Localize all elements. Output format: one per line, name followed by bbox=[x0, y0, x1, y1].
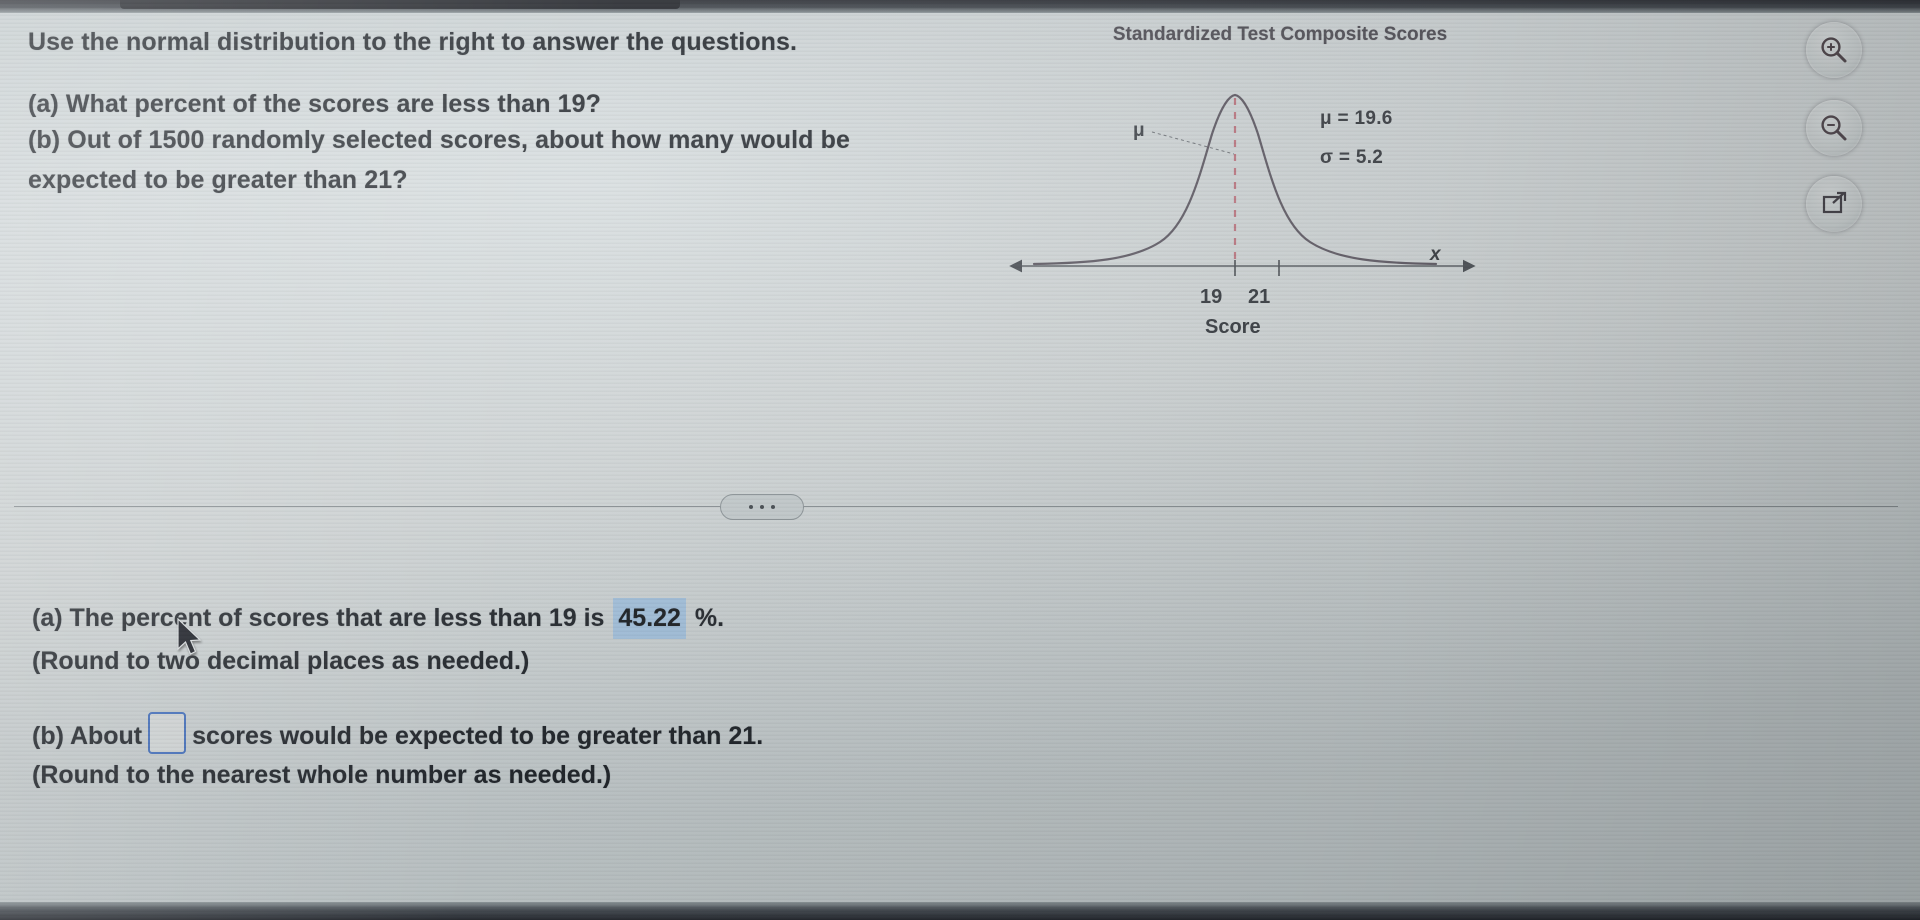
dot-1 bbox=[749, 505, 753, 509]
answer-part-b-input[interactable] bbox=[148, 712, 187, 754]
x-tick-label-21: 21 bbox=[1248, 286, 1271, 308]
x-axis-variable-label: x bbox=[1430, 244, 1441, 265]
mu-marker-label: μ bbox=[1133, 120, 1145, 141]
more-options-button[interactable] bbox=[720, 494, 804, 520]
answer-part-b-row: (b) About scores would be expected to be … bbox=[32, 712, 763, 755]
answer-part-a-value[interactable]: 45.22 bbox=[613, 598, 686, 639]
bezel-notch bbox=[120, 0, 680, 9]
pop-out-icon bbox=[1822, 191, 1847, 214]
magnifier-plus-icon bbox=[1821, 37, 1847, 63]
zoom-out-button[interactable] bbox=[1806, 100, 1862, 156]
x-axis-title: Score bbox=[1205, 316, 1261, 338]
answer-part-b-note: (Round to the nearest whole number as ne… bbox=[32, 761, 612, 789]
exercise-screenshot: Use the normal distribution to the right… bbox=[0, 0, 1920, 920]
answer-part-b-suffix: scores would be expected to be greater t… bbox=[192, 722, 764, 750]
mouse-cursor bbox=[177, 618, 202, 655]
answer-part-a-prefix: (a) The percent of scores that are less … bbox=[32, 604, 605, 632]
dot-2 bbox=[760, 505, 764, 509]
mu-leader-line bbox=[1151, 131, 1235, 155]
mu-parameter-label: μ = 19.6 bbox=[1320, 108, 1393, 129]
screen-bottom-bezel bbox=[0, 902, 1920, 920]
expand-figure-button[interactable] bbox=[1806, 176, 1862, 232]
x-tick-label-19: 19 bbox=[1200, 286, 1223, 308]
question-stem: Use the normal distribution to the right… bbox=[28, 28, 798, 56]
answer-part-b-prefix: (b) About bbox=[32, 722, 143, 750]
answer-part-a-note: (Round to two decimal places as needed.) bbox=[32, 647, 530, 675]
answer-part-a-suffix: %. bbox=[694, 604, 725, 632]
zoom-in-button[interactable] bbox=[1806, 22, 1862, 78]
screen-top-bezel bbox=[0, 0, 1920, 13]
sigma-parameter-label: σ = 5.2 bbox=[1320, 147, 1384, 168]
dot-3 bbox=[771, 505, 775, 509]
question-part-b: (b) Out of 1500 randomly selected scores… bbox=[28, 126, 850, 194]
magnifier-minus-icon bbox=[1821, 115, 1847, 141]
answer-part-a-row: (a) The percent of scores that are less … bbox=[32, 598, 724, 639]
question-part-a: (a) What percent of the scores are less … bbox=[28, 90, 602, 118]
section-divider bbox=[14, 506, 1898, 507]
normal-distribution-figure: Standardized Test Composite Scores μ μ =… bbox=[1000, 14, 1540, 344]
